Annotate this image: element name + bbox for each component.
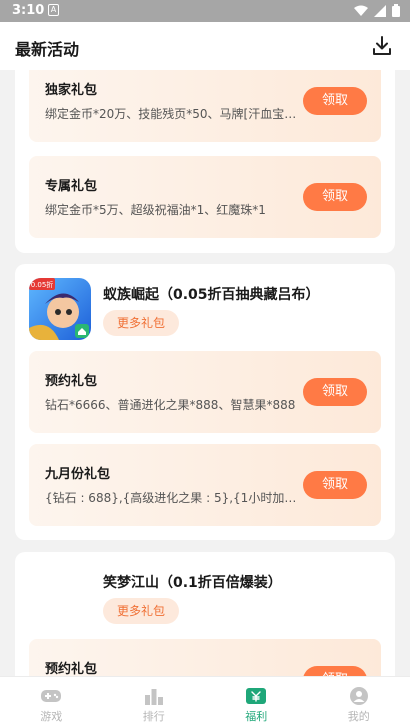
nav-label: 福利 [245,710,268,723]
claim-button[interactable]: 领取 [303,471,367,499]
claim-button[interactable]: 领取 [303,87,367,115]
nav-label: 排行 [142,710,165,723]
claim-button[interactable]: 领取 [303,183,367,211]
page-title: 最新活动 [15,40,80,59]
gift-title: 独家礼包 [45,83,98,98]
wifi-icon [354,5,368,16]
game-card: 0.05折 蚁族崛起（0.05折百抽典藏吕布） 更多礼包 预约礼包 钻石*666… [15,264,395,540]
signal-icon [374,4,386,17]
gift-title: 预约礼包 [45,662,98,676]
nav-label: 游戏 [40,710,63,723]
gamepad-icon [41,690,62,702]
gift-title: 九月份礼包 [45,467,111,482]
gift-desc: 绑定金币*5万、超级祝福油*1、红魔珠*1 [45,203,266,217]
gift-title: 预约礼包 [45,374,98,389]
app-header: 最新活动 [0,22,410,70]
gift-desc: 绑定金币*20万、技能残页*50、马牌[汗血宝马]*1 [45,107,297,121]
gift-item: 预约礼包 钻石*6666、普通进化之果*888、智慧果*888 领取 [29,351,381,433]
status-bar: 3:10 A [0,0,410,22]
nav-item-profile[interactable]: 我的 [308,677,410,728]
gift-item: 独家礼包 绑定金币*20万、技能残页*50、马牌[汗血宝马]*1 领取 [29,70,381,142]
status-time: 3:10 [12,3,45,18]
gift-item: 九月份礼包 {钻石 : 688},{高级进化之果 : 5},{1小时加速 : 1… [29,444,381,526]
claim-button[interactable]: 领取 [303,378,367,406]
gift-desc: {钻石 : 688},{高级进化之果 : 5},{1小时加速 : 10} [45,491,297,505]
game-icon[interactable]: 0.05折 [29,278,91,340]
more-gifts-button[interactable]: 更多礼包 [103,598,179,624]
download-icon[interactable] [370,34,394,58]
game-name: 笑梦江山（0.1折百倍爆装） [103,575,282,591]
nav-item-welfare[interactable]: 福利 [205,677,308,728]
game-icon-badge: 0.05折 [31,280,54,289]
game-header[interactable]: 0.05折 蚁族崛起（0.05折百抽典藏吕布） 更多礼包 [29,278,381,342]
profile-icon [349,687,368,705]
ranking-icon [144,689,163,705]
nav-item-games[interactable]: 游戏 [0,677,103,728]
activity-list[interactable]: 独家礼包 绑定金币*20万、技能残页*50、马牌[汗血宝马]*1 领取 专属礼包… [0,70,410,676]
nav-item-ranking[interactable]: 排行 [103,677,206,728]
gift-card: 独家礼包 绑定金币*20万、技能残页*50、马牌[汗血宝马]*1 领取 专属礼包… [15,70,395,253]
claim-button[interactable]: 领取 [303,666,367,676]
welfare-icon [246,688,267,704]
gift-title: 专属礼包 [45,179,98,194]
game-name: 蚁族崛起（0.05折百抽典藏吕布） [103,287,320,303]
gift-item: 专属礼包 绑定金币*5万、超级祝福油*1、红魔珠*1 领取 [29,156,381,238]
gift-desc: 钻石*6666、普通进化之果*888、智慧果*888 [45,398,296,412]
bottom-nav: 游戏 排行 福利 我的 [0,676,410,728]
game-card: 笑梦江山（0.1折百倍爆装） 更多礼包 预约礼包 领取 [15,552,395,676]
nav-label: 我的 [347,710,370,723]
game-icon[interactable] [29,566,91,628]
system-icons [354,4,400,17]
notification-icon: A [48,4,59,16]
battery-icon [392,4,400,17]
gift-item: 预约礼包 领取 [29,639,381,676]
game-header[interactable]: 笑梦江山（0.1折百倍爆装） 更多礼包 [29,566,381,630]
more-gifts-button[interactable]: 更多礼包 [103,310,179,336]
game-art-icon: 0.05折 [29,278,91,340]
